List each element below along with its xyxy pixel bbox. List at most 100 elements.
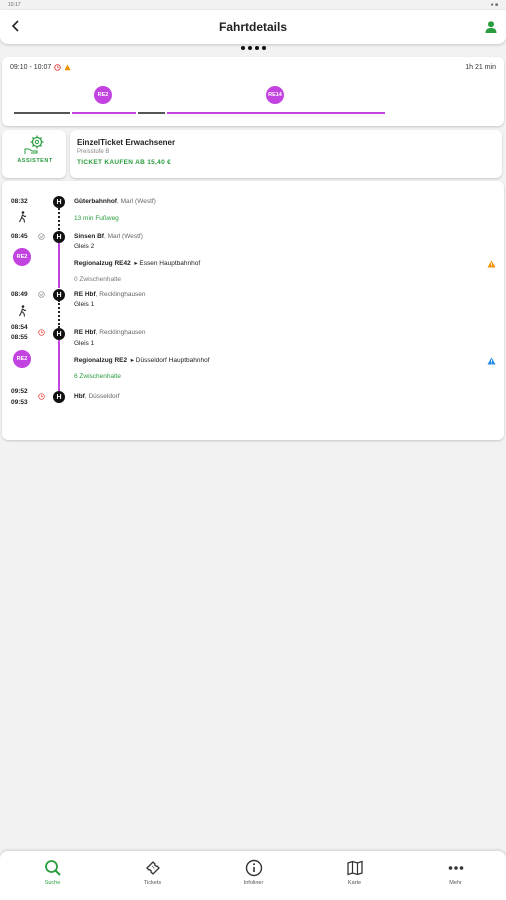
warning-icon[interactable] xyxy=(487,260,496,268)
status-time: 10:17 xyxy=(8,2,21,8)
back-button[interactable] xyxy=(8,18,24,34)
delay-clock-icon xyxy=(54,64,62,71)
stop-name-text: Sinsen Bf xyxy=(74,233,104,240)
departure-time: 08:45 xyxy=(11,233,28,240)
warning-icon xyxy=(64,64,71,71)
stop-city: , Recklinghausen xyxy=(95,291,146,298)
arrival-time: 08:49 xyxy=(11,291,28,298)
departure-time: 09:53 xyxy=(11,399,28,406)
stop-h-icon: H xyxy=(53,231,65,243)
stop-city: , Marl (Westf) xyxy=(116,198,156,205)
ticket-card[interactable]: EinzelTicket Erwachsener Preisstufe B TI… xyxy=(70,130,502,178)
intermediate-stops[interactable]: 6 Zwischenhalte xyxy=(74,373,121,380)
intermediate-stops[interactable]: 0 Zwischenhalte xyxy=(74,276,121,283)
stop-h-icon: H xyxy=(53,391,65,403)
platform: Gleis 1 xyxy=(74,301,95,308)
train-connector xyxy=(58,242,60,288)
stop-city: , Recklinghausen xyxy=(95,329,146,336)
stop-name-text: RE Hbf xyxy=(74,291,96,298)
nav-item-infoliner[interactable]: Infoliner xyxy=(203,851,304,900)
status-icons: ● ■ xyxy=(490,2,498,8)
walk-segment xyxy=(14,112,70,114)
stop-name[interactable]: Hbf, Düsseldorf xyxy=(74,393,120,400)
search-icon xyxy=(44,860,61,876)
time-range-text: 09:10 - 10:07 xyxy=(10,64,52,71)
nav-label: Suche xyxy=(44,880,61,886)
map-icon xyxy=(346,860,363,876)
page-dot[interactable] xyxy=(261,46,266,50)
train-segment xyxy=(167,112,385,114)
line-badge: RE2 xyxy=(13,248,31,266)
user-icon[interactable] xyxy=(484,20,498,34)
walk-connector xyxy=(58,208,60,230)
stop-name-text: Güterbahnhof xyxy=(74,198,117,205)
trip-time-range: 09:10 - 10:07 xyxy=(10,64,71,71)
stop-name[interactable]: RE Hbf, Recklinghausen xyxy=(74,329,146,336)
stop-name-text: Hbf xyxy=(74,393,85,400)
stop-h-icon: H xyxy=(53,289,65,301)
arrival-time: 09:52 xyxy=(11,388,28,395)
walk-icon xyxy=(19,211,27,223)
header: Fahrtdetails xyxy=(0,10,506,44)
trip-summary-card[interactable]: 09:10 - 10:07 1h 21 min RE2 RE14 xyxy=(2,57,504,126)
nav-item-more[interactable]: Mehr xyxy=(405,851,506,900)
stop-name[interactable]: RE Hbf, Recklinghausen xyxy=(74,291,146,298)
stop-h-icon: H xyxy=(53,328,65,340)
stop-name[interactable]: Güterbahnhof, Marl (Westf) xyxy=(74,198,156,205)
chevron-left-icon xyxy=(11,20,19,32)
stop-name[interactable]: Sinsen Bf, Marl (Westf) xyxy=(74,233,143,240)
train-name: Regionalzug RE2 xyxy=(74,357,128,364)
train-connector xyxy=(58,340,60,391)
nav-label: Mehr xyxy=(449,880,462,886)
train-segment xyxy=(72,112,136,114)
train-name: Regionalzug RE42 xyxy=(74,260,131,267)
nav-item-search[interactable]: Suche xyxy=(2,851,103,900)
assistant-button[interactable]: ASSISTENT xyxy=(2,130,66,178)
more-icon xyxy=(448,866,463,870)
departure-time: 08:32 xyxy=(11,198,28,205)
walk-icon xyxy=(19,305,27,317)
stop-city: , Marl (Westf) xyxy=(103,233,143,240)
train-info[interactable]: Regionalzug RE2 ▸ Düsseldorf Hauptbahnho… xyxy=(74,356,210,364)
on-time-check-icon xyxy=(38,291,45,298)
on-time-check-icon xyxy=(38,233,45,240)
stop-name-text: RE Hbf xyxy=(74,329,96,336)
status-bar: 10:17 ● ■ xyxy=(0,0,506,10)
nav-label: Karte xyxy=(347,880,362,886)
transfer-connector xyxy=(58,300,60,328)
delay-clock-icon xyxy=(38,329,45,336)
train-direction: Düsseldorf Hauptbahnhof xyxy=(135,357,210,364)
nav-item-tickets[interactable]: Tickets xyxy=(102,851,203,900)
nav-label: Infoliner xyxy=(243,880,264,886)
ticket-price-level: Preisstufe B xyxy=(77,149,110,155)
departure-time: 08:55 xyxy=(11,334,28,341)
itinerary-card: 08:32 H Güterbahnhof, Marl (Westf) 13 mi… xyxy=(2,181,504,440)
page-dot[interactable] xyxy=(254,46,259,50)
nav-item-map[interactable]: Karte xyxy=(304,851,405,900)
line-badge: RE14 xyxy=(266,86,284,104)
line-badge: RE2 xyxy=(13,350,31,368)
platform: Gleis 2 xyxy=(74,243,95,250)
train-direction: Essen Hauptbahnhof xyxy=(139,260,201,267)
bottom-navigation: Suche Tickets Infoliner Karte Mehr xyxy=(0,851,506,900)
info-icon xyxy=(245,859,262,877)
page-dot[interactable] xyxy=(240,46,245,50)
ticket-icon xyxy=(145,861,160,875)
platform: Gleis 1 xyxy=(74,340,95,347)
transfer-segment xyxy=(138,112,165,114)
trip-duration: 1h 21 min xyxy=(465,64,496,71)
page-dot[interactable] xyxy=(247,46,252,50)
stop-h-icon: H xyxy=(53,196,65,208)
assistant-label: ASSISTENT xyxy=(17,158,53,164)
info-warning-icon[interactable] xyxy=(487,357,496,365)
page-title: Fahrtdetails xyxy=(218,20,287,34)
ticket-title: EinzelTicket Erwachsener xyxy=(77,138,176,147)
line-badge: RE2 xyxy=(94,86,112,104)
train-info[interactable]: Regionalzug RE42 ▸ Essen Hauptbahnhof xyxy=(74,259,200,267)
nav-label: Tickets xyxy=(143,880,162,886)
arrival-time: 08:54 xyxy=(11,324,28,331)
walk-duration: 13 min Fußweg xyxy=(74,215,119,222)
buy-ticket-link[interactable]: TICKET KAUFEN AB 15,40 € xyxy=(77,159,171,166)
delay-clock-icon xyxy=(38,393,45,400)
stop-city: , Düsseldorf xyxy=(84,393,120,400)
